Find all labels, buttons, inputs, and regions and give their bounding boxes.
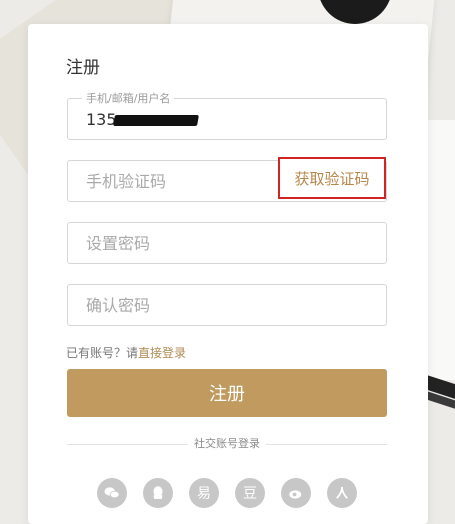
get-code-button[interactable]: 获取验证码 <box>278 157 386 199</box>
login-link[interactable]: 直接登录 <box>138 346 186 360</box>
social-login-icons: 易 豆 <box>97 478 357 512</box>
qq-icon[interactable] <box>143 478 173 508</box>
confirm-password-input[interactable] <box>68 285 386 325</box>
have-account-text: 已有账号？请 <box>66 346 139 360</box>
social-login-divider: 社交账号登录 <box>67 436 387 452</box>
login-prompt: 已有账号？请直接登录 <box>66 344 186 361</box>
confirm-password-field[interactable] <box>67 284 387 326</box>
account-field[interactable]: 手机/邮箱/用户名 <box>67 92 387 140</box>
password-field[interactable] <box>67 222 387 264</box>
wechat-icon[interactable] <box>97 478 127 508</box>
sms-code-field[interactable]: 获取验证码 <box>67 157 387 202</box>
password-input[interactable] <box>68 223 386 263</box>
yixin-icon[interactable]: 易 <box>189 478 219 508</box>
register-card: 注册 手机/邮箱/用户名 获取验证码 已有账号？请直接登录 注册 社交账号登录 … <box>28 24 428 524</box>
redacted-number-mask <box>113 115 199 126</box>
form-title: 注册 <box>66 58 100 78</box>
register-button[interactable]: 注册 <box>67 369 387 417</box>
renren-icon[interactable] <box>327 478 357 508</box>
social-login-title: 社交账号登录 <box>188 436 266 452</box>
weibo-icon[interactable] <box>281 478 311 508</box>
douban-icon[interactable]: 豆 <box>235 478 265 508</box>
